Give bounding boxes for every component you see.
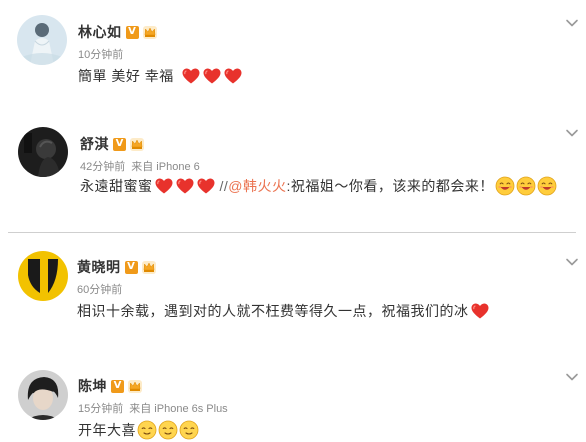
content-emoji-icon (137, 420, 157, 440)
heart-emoji-icon (202, 66, 222, 86)
weibo-comment: 林心如 V 10分钟前 簡單 美好 幸福 (0, 0, 586, 110)
grin-emoji-icon (537, 176, 557, 196)
repost-text: :祝福姐～你看，该来的都会来！ (286, 178, 494, 194)
avatar[interactable] (18, 127, 68, 177)
weibo-comment: 黄晓明 V 60分钟前 相识十余载，遇到对的人就不枉费等得久一点，祝福我们的冰 (0, 233, 586, 350)
username[interactable]: 舒淇 (80, 134, 109, 154)
comment-text: 相识十余载，遇到对的人就不枉费等得久一点，祝福我们的冰 (77, 301, 490, 321)
content-emoji-icon (179, 420, 199, 440)
post-source: 来自 iPhone 6s Plus (129, 403, 228, 415)
username[interactable]: 黄晓明 (77, 257, 121, 277)
verified-badge: V (111, 379, 124, 393)
post-meta: 15分钟前 来自 iPhone 6s Plus (78, 400, 228, 416)
comment-text: 永遠甜蜜蜜 // @韩火火 :祝福姐～你看，该来的都会来！ (80, 176, 557, 196)
crown-icon (127, 378, 143, 394)
heart-emoji-icon (196, 176, 216, 196)
comment-body: 开年大喜 (78, 422, 136, 438)
timestamp[interactable]: 10分钟前 (78, 49, 123, 61)
chevron-down-icon[interactable] (565, 372, 579, 382)
weibo-comment: 陈坤 V 15分钟前 来自 iPhone 6s Plus 开年大喜 (0, 350, 586, 442)
heart-emoji-icon (223, 66, 243, 86)
comment-text: 簡單 美好 幸福 (78, 66, 243, 86)
weibo-comment: 舒淇 V 42分钟前 来自 iPhone 6 永遠甜蜜蜜 // @韩火火 :祝福姐… (0, 110, 586, 230)
avatar[interactable] (17, 15, 67, 65)
crown-icon (141, 259, 157, 275)
avatar[interactable] (18, 251, 68, 301)
chevron-down-icon[interactable] (565, 257, 579, 267)
heart-emoji-icon (470, 301, 490, 321)
crown-icon (142, 24, 158, 40)
chevron-down-icon[interactable] (565, 18, 579, 28)
username[interactable]: 陈坤 (78, 376, 107, 396)
comment-body: 永遠甜蜜蜜 (80, 178, 153, 194)
content-emoji-icon (158, 420, 178, 440)
comment-body: 相识十余载，遇到对的人就不枉费等得久一点，祝福我们的冰 (77, 303, 469, 319)
timestamp[interactable]: 42分钟前 (80, 161, 125, 173)
chevron-down-icon[interactable] (565, 128, 579, 138)
post-meta: 10分钟前 (78, 46, 123, 62)
repost-separator: // (219, 178, 229, 194)
grin-emoji-icon (516, 176, 536, 196)
verified-badge: V (124, 260, 138, 274)
crown-icon (129, 136, 145, 152)
grin-emoji-icon (495, 176, 515, 196)
heart-emoji-icon (154, 176, 174, 196)
verified-badge: V (113, 137, 126, 151)
verified-badge: V (125, 25, 139, 39)
timestamp[interactable]: 15分钟前 (78, 403, 123, 415)
post-meta: 60分钟前 (77, 281, 122, 297)
username[interactable]: 林心如 (78, 22, 122, 42)
timestamp[interactable]: 60分钟前 (77, 284, 122, 296)
post-meta: 42分钟前 来自 iPhone 6 (80, 158, 200, 174)
heart-emoji-icon (181, 66, 201, 86)
comment-text: 开年大喜 (78, 420, 199, 440)
comment-body: 簡單 美好 幸福 (78, 68, 174, 84)
post-source: 来自 iPhone 6 (131, 161, 200, 173)
mention-link[interactable]: @韩火火 (228, 176, 286, 196)
heart-emoji-icon (175, 176, 195, 196)
avatar[interactable] (18, 370, 68, 420)
